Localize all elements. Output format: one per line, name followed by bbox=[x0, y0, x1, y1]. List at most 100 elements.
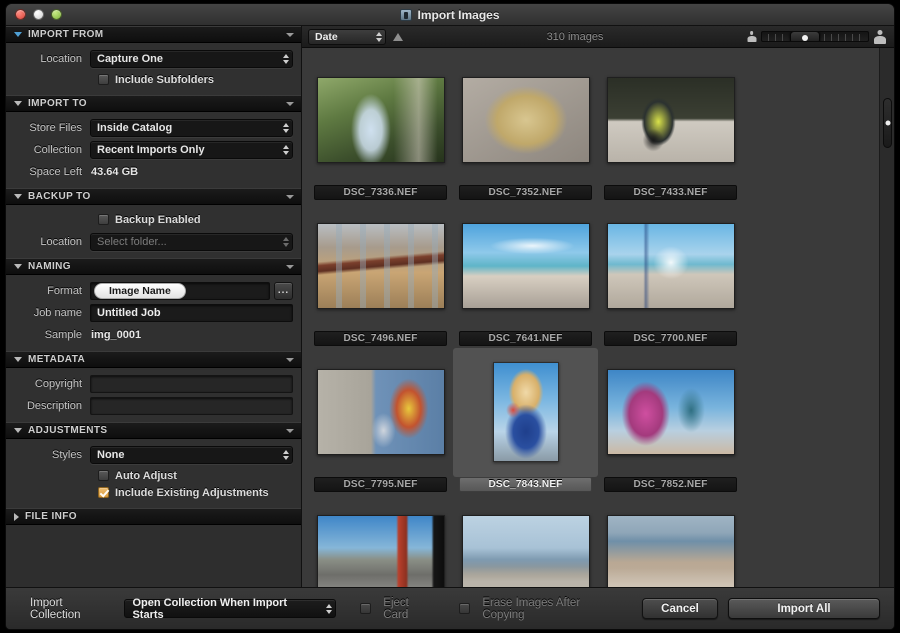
chevron-down-icon[interactable] bbox=[286, 428, 294, 433]
grid-item[interactable]: DSC_8015.NEF bbox=[308, 494, 453, 587]
thumbnail-image[interactable] bbox=[316, 222, 445, 309]
include-existing-adjustments-checkbox[interactable] bbox=[98, 487, 109, 498]
chevron-down-icon[interactable] bbox=[286, 101, 294, 106]
person-large-icon[interactable] bbox=[874, 30, 886, 44]
import-images-window: Import Images IMPORT FROM Location Captu… bbox=[5, 3, 895, 630]
thumbnail-filename: DSC_7641.NEF bbox=[459, 331, 592, 346]
thumbnail-size-slider[interactable] bbox=[761, 31, 869, 42]
thumbnail-filename: DSC_7700.NEF bbox=[604, 331, 737, 346]
chevron-down-icon[interactable] bbox=[286, 264, 294, 269]
thumbnail-image[interactable] bbox=[606, 222, 735, 309]
thumbnail-image[interactable] bbox=[316, 76, 445, 163]
erase-images-row[interactable]: Erase Images After Copying bbox=[459, 597, 622, 621]
stepper-icon[interactable] bbox=[376, 31, 382, 42]
section-title: IMPORT FROM bbox=[28, 29, 104, 40]
grid-item[interactable]: DSC_8068.NEF bbox=[453, 494, 598, 587]
auto-adjust-checkbox[interactable] bbox=[98, 470, 109, 481]
thumbnail-image[interactable] bbox=[461, 76, 590, 163]
thumbnail-image[interactable] bbox=[316, 514, 445, 587]
collection-popup[interactable]: Recent Imports Only bbox=[90, 140, 293, 159]
grid-item[interactable]: DSC_7700.NEF bbox=[598, 202, 743, 348]
include-subfolders-checkbox[interactable] bbox=[98, 74, 109, 85]
row-auto-adjust[interactable]: Auto Adjust bbox=[14, 467, 293, 484]
store-files-popup[interactable]: Inside Catalog bbox=[90, 118, 293, 137]
thumbnail-grid-wrapper: DSC_7336.NEF DSC_7352.NEF DSC_7433.NEF D… bbox=[302, 48, 894, 587]
label-location: Location bbox=[40, 52, 82, 65]
thumbnail-grid[interactable]: DSC_7336.NEF DSC_7352.NEF DSC_7433.NEF D… bbox=[302, 48, 879, 587]
row-backup-enabled[interactable]: Backup Enabled bbox=[14, 211, 293, 228]
thumbnail-image[interactable] bbox=[492, 361, 559, 462]
label-space-left: Space Left bbox=[29, 165, 82, 178]
section-header-import-to[interactable]: IMPORT TO bbox=[6, 95, 301, 112]
grid-item[interactable]: DSC_8070.NEF bbox=[598, 494, 743, 587]
section-header-naming[interactable]: NAMING bbox=[6, 258, 301, 275]
section-header-metadata[interactable]: METADATA bbox=[6, 351, 301, 368]
job-name-input[interactable]: Untitled Job bbox=[90, 303, 293, 322]
row-location: Location Capture One bbox=[14, 49, 293, 68]
location-popup[interactable]: Capture One bbox=[90, 49, 293, 68]
browser-scrollbar[interactable] bbox=[879, 48, 894, 587]
sort-by-popup[interactable]: Date bbox=[308, 28, 386, 45]
label-backup-location: Location bbox=[40, 235, 82, 248]
grid-item[interactable]: DSC_7336.NEF bbox=[308, 56, 453, 202]
grid-item[interactable]: DSC_7641.NEF bbox=[453, 202, 598, 348]
stepper-icon[interactable] bbox=[283, 53, 289, 64]
chevron-down-icon[interactable] bbox=[286, 194, 294, 199]
slider-knob[interactable] bbox=[790, 32, 820, 41]
section-header-file-info[interactable]: FILE INFO bbox=[6, 508, 301, 525]
grid-item[interactable]: DSC_7852.NEF bbox=[598, 348, 743, 494]
chevron-down-icon[interactable] bbox=[286, 357, 294, 362]
chevron-down-icon[interactable] bbox=[286, 32, 294, 37]
person-small-icon[interactable] bbox=[747, 31, 756, 42]
window-controls bbox=[15, 9, 62, 20]
grid-item[interactable]: DSC_7795.NEF bbox=[308, 348, 453, 494]
stepper-icon[interactable] bbox=[283, 144, 289, 155]
include-subfolders-label: Include Subfolders bbox=[115, 73, 215, 86]
stepper-icon[interactable] bbox=[283, 449, 289, 460]
eject-card-checkbox[interactable] bbox=[360, 603, 372, 614]
stepper-icon[interactable] bbox=[283, 236, 289, 247]
format-token-image-name[interactable]: Image Name bbox=[94, 282, 186, 299]
sort-direction-ascending-icon[interactable] bbox=[393, 32, 403, 41]
section-body-naming: Format Image Name ... Job name Untitled … bbox=[6, 275, 301, 351]
section-header-import-from[interactable]: IMPORT FROM bbox=[6, 26, 301, 43]
row-include-subfolders[interactable]: Include Subfolders bbox=[14, 71, 293, 88]
backup-location-popup[interactable]: Select folder... bbox=[90, 232, 293, 251]
thumbnail-image[interactable] bbox=[316, 368, 445, 455]
stepper-icon[interactable] bbox=[283, 122, 289, 133]
close-button[interactable] bbox=[15, 9, 26, 20]
zoom-button[interactable] bbox=[51, 9, 62, 20]
section-header-backup-to[interactable]: BACKUP TO bbox=[6, 188, 301, 205]
cancel-button[interactable]: Cancel bbox=[642, 598, 719, 619]
erase-images-checkbox[interactable] bbox=[459, 603, 471, 614]
import-collection-label: Import Collection bbox=[30, 596, 81, 621]
thumbnail-image[interactable] bbox=[606, 76, 735, 163]
format-token-field[interactable]: Image Name bbox=[90, 281, 270, 300]
import-all-button[interactable]: Import All bbox=[728, 598, 881, 619]
grid-item[interactable]: DSC_7433.NEF bbox=[598, 56, 743, 202]
section-body-import-to: Store Files Inside Catalog Collection Re… bbox=[6, 112, 301, 188]
thumbnail-image[interactable] bbox=[461, 222, 590, 309]
grid-item[interactable]: DSC_7496.NEF bbox=[308, 202, 453, 348]
scrollbar-thumb[interactable] bbox=[883, 98, 892, 148]
dialog-body: IMPORT FROM Location Capture One Include… bbox=[6, 26, 894, 587]
disclosure-triangle-icon bbox=[14, 357, 22, 362]
backup-enabled-checkbox[interactable] bbox=[98, 214, 109, 225]
import-collection-popup[interactable]: Open Collection When Import Starts bbox=[124, 597, 337, 621]
stepper-icon[interactable] bbox=[326, 603, 333, 614]
styles-popup[interactable]: None bbox=[90, 445, 293, 464]
grid-item-selected[interactable]: DSC_7843.NEF bbox=[453, 348, 598, 494]
row-include-existing-adjustments[interactable]: Include Existing Adjustments bbox=[14, 484, 293, 501]
grid-item[interactable]: DSC_7352.NEF bbox=[453, 56, 598, 202]
copyright-input[interactable] bbox=[90, 374, 293, 393]
row-space-left: Space Left 43.64 GB bbox=[14, 162, 293, 181]
thumbnail-image[interactable] bbox=[606, 368, 735, 455]
format-options-button[interactable]: ... bbox=[274, 281, 293, 300]
eject-card-row[interactable]: Eject Card bbox=[360, 597, 435, 621]
disclosure-triangle-icon bbox=[14, 32, 22, 37]
description-input[interactable] bbox=[90, 396, 293, 415]
thumbnail-image[interactable] bbox=[461, 514, 590, 587]
section-header-adjustments[interactable]: ADJUSTMENTS bbox=[6, 422, 301, 439]
minimize-button[interactable] bbox=[33, 9, 44, 20]
thumbnail-image[interactable] bbox=[606, 514, 735, 587]
